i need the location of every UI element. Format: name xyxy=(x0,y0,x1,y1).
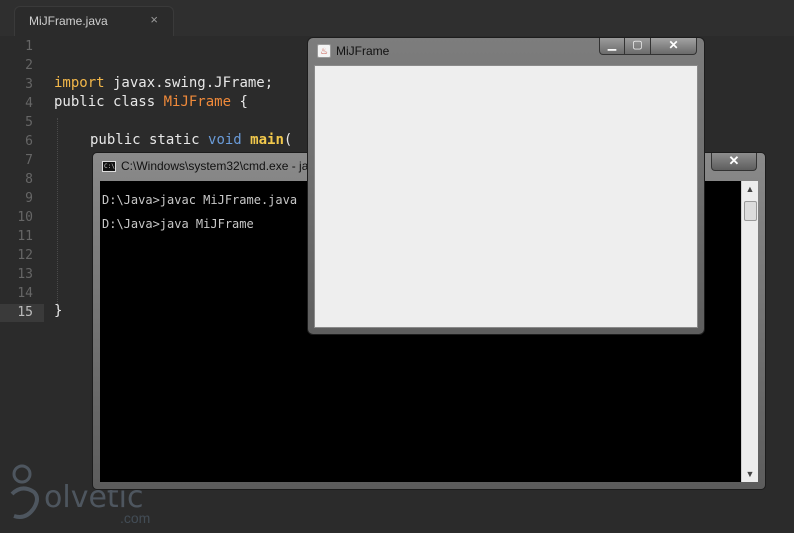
line-number: 3 xyxy=(25,77,33,92)
line-number: 10 xyxy=(17,210,33,225)
jframe-title: MiJFrame xyxy=(336,44,390,58)
line-number: 6 xyxy=(25,134,33,149)
class-name: MiJFrame xyxy=(163,94,232,110)
tab-mijframe-java[interactable]: MiJFrame.java × xyxy=(14,6,174,36)
jframe-content-pane[interactable] xyxy=(314,65,698,328)
code-text: public xyxy=(54,94,105,110)
tab-bar: MiJFrame.java × xyxy=(0,0,794,36)
scroll-up-icon[interactable]: ▲ xyxy=(742,181,758,197)
indent-guide xyxy=(57,118,59,308)
console-line: D:\Java>javac MiJFrame.java xyxy=(102,193,298,207)
type-keyword: void xyxy=(208,132,242,148)
code-text: ( xyxy=(283,132,293,148)
java-icon: ♨ xyxy=(317,44,331,58)
code-line-4[interactable]: public class MiJFrame { xyxy=(54,94,248,110)
line-number: 14 xyxy=(17,286,33,301)
line-number-gutter: 1 2 3 4 5 6 7 8 9 10 11 12 13 14 15 xyxy=(0,36,44,533)
code-line-6[interactable]: public static void main( xyxy=(90,132,292,148)
watermark-domain: .com xyxy=(120,510,151,526)
code-line-15[interactable]: } xyxy=(54,303,62,319)
line-number: 12 xyxy=(17,248,33,263)
line-number: 1 xyxy=(25,39,33,54)
current-line-number: 15 xyxy=(0,304,44,322)
line-number: 9 xyxy=(25,191,33,206)
line-number: 4 xyxy=(25,96,33,111)
line-number: 11 xyxy=(17,229,33,244)
close-button[interactable]: ✕ xyxy=(651,38,697,55)
close-icon[interactable]: × xyxy=(150,12,158,27)
code-text: javax.swing.JFrame; xyxy=(104,75,274,91)
scroll-thumb[interactable] xyxy=(744,201,757,221)
cmd-close-button[interactable]: ✕ xyxy=(711,153,757,171)
tab-label: MiJFrame.java xyxy=(29,14,108,28)
window-controls: ▁ ▢ ✕ xyxy=(599,38,697,56)
code-text: class xyxy=(104,94,164,110)
jframe-window[interactable]: ♨ MiJFrame ▁ ▢ ✕ xyxy=(307,37,705,335)
line-number: 7 xyxy=(25,153,33,168)
scroll-down-icon[interactable]: ▼ xyxy=(742,466,758,482)
line-number: 13 xyxy=(17,267,33,282)
person-logo-icon xyxy=(10,464,39,519)
line-number: 2 xyxy=(25,58,33,73)
line-number: 8 xyxy=(25,172,33,187)
maximize-button[interactable]: ▢ xyxy=(625,38,651,55)
line-number: 5 xyxy=(25,115,33,130)
code-text: { xyxy=(231,94,248,110)
code-line-3[interactable]: import javax.swing.JFrame; xyxy=(54,75,273,91)
code-text: } xyxy=(54,303,63,319)
console-line: D:\Java>java MiJFrame xyxy=(102,217,254,231)
function-name: main xyxy=(250,132,284,148)
keyword: import xyxy=(54,75,105,91)
vertical-scrollbar[interactable]: ▲ ▼ xyxy=(741,181,758,482)
code-text: public static xyxy=(90,132,209,148)
console-icon: C:\ xyxy=(102,161,116,172)
minimize-button[interactable]: ▁ xyxy=(599,38,625,55)
